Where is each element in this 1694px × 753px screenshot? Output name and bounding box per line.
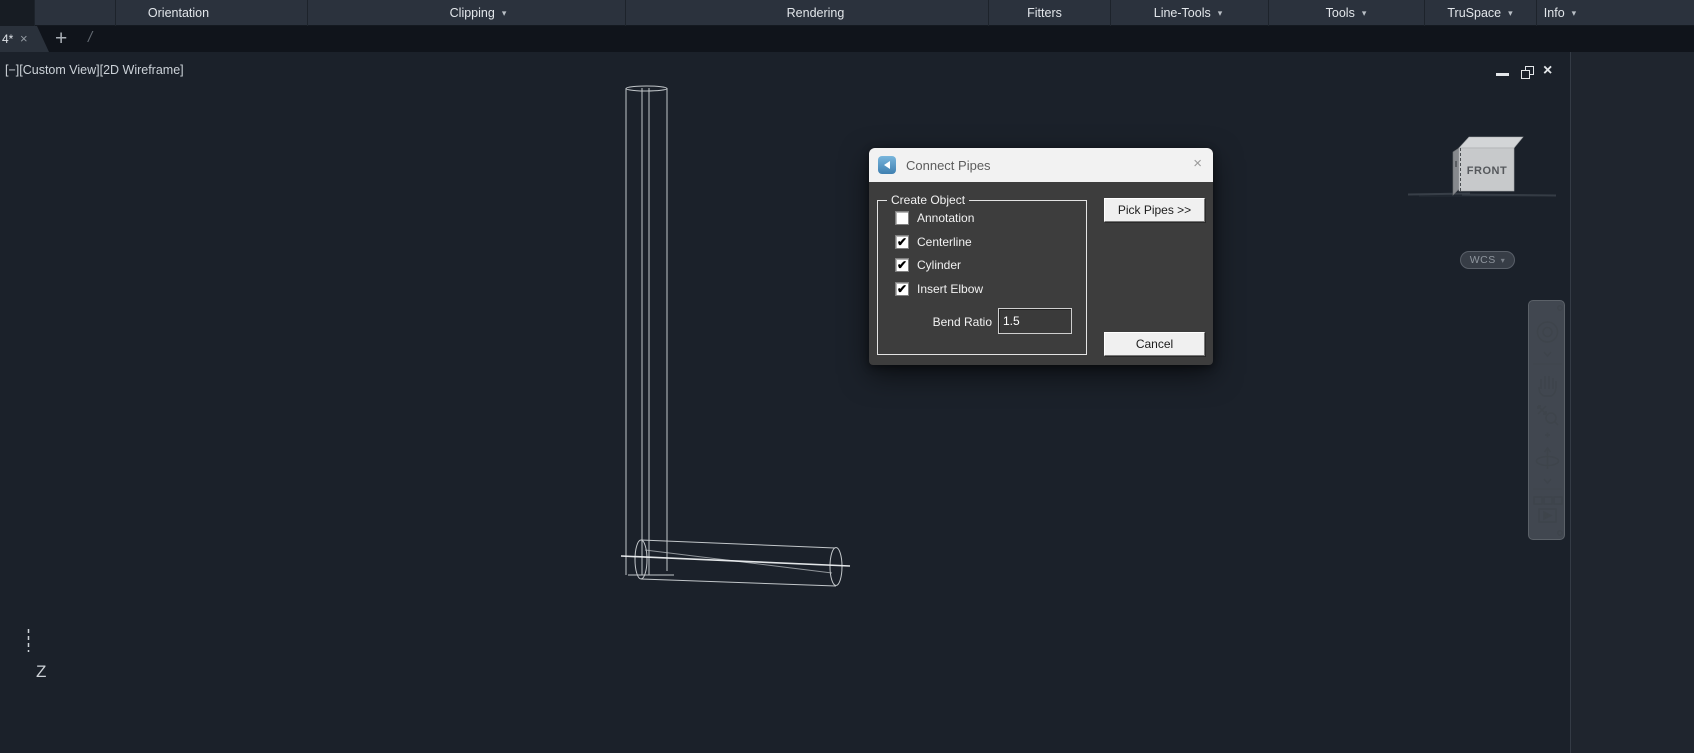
menu-item-rendering[interactable]: Rendering: [787, 0, 852, 26]
showmotion-icon: [1534, 497, 1562, 522]
group-title: Create Object: [887, 193, 969, 207]
checkbox-row-centerline[interactable]: ✔ Centerline: [895, 235, 972, 249]
menu-divider: [1536, 0, 1537, 26]
bend-ratio-label: Bend Ratio: [907, 315, 992, 329]
viewcube-front-label: FRONT: [1467, 165, 1507, 177]
pick-pipes-button[interactable]: Pick Pipes >>: [1104, 198, 1205, 222]
chevron-down-icon: ▾: [1572, 8, 1577, 19]
menu-item-info[interactable]: Info▾: [1544, 0, 1576, 26]
connect-pipes-dialog: Connect Pipes × Create Object Annotation…: [869, 148, 1213, 365]
viewcube-left-face: [1453, 148, 1459, 195]
checkbox-row-annotation[interactable]: Annotation: [895, 211, 974, 225]
menu-item-line-tools[interactable]: Line-Tools▾: [1154, 0, 1223, 26]
chevron-down-icon: ▾: [502, 8, 507, 19]
view-cube[interactable]: FRONT: [1445, 134, 1537, 198]
navigation-wheel-icon: [1538, 322, 1558, 342]
dialog-title: Connect Pipes: [906, 158, 991, 173]
checkbox-row-cylinder[interactable]: ✔ Cylinder: [895, 258, 961, 272]
viewcube-top-face: [1459, 137, 1523, 148]
tab-close-icon[interactable]: ×: [20, 31, 28, 46]
drawing-tab[interactable]: 4* ×: [0, 26, 49, 52]
new-tab-button[interactable]: +: [55, 26, 67, 52]
menu-divider: [307, 0, 308, 26]
menu-divider: [625, 0, 626, 26]
plus-divider-icon: [1545, 433, 1550, 438]
navigation-bar-icons: [1529, 301, 1566, 541]
menu-divider: [1110, 0, 1111, 26]
back-chevron-icon: [884, 161, 890, 169]
checkbox-1[interactable]: ✔: [895, 235, 909, 249]
app-corner-block: [0, 0, 35, 26]
drawing-tab-label: 4*: [2, 32, 13, 46]
zoom-icon: [1538, 406, 1558, 425]
menu-item-truspace[interactable]: TruSpace▾: [1447, 0, 1512, 26]
bend-ratio-input[interactable]: [998, 308, 1072, 334]
wcs-dropdown[interactable]: WCS ▾: [1460, 251, 1515, 269]
file-tab-bar: 4* × + /: [0, 26, 1694, 52]
menu-item-fitters[interactable]: Fitters: [1027, 0, 1069, 26]
chevron-down-icon: ▾: [1218, 8, 1223, 19]
chevron-down-icon: ▾: [1362, 8, 1367, 19]
menu-item-clipping[interactable]: Clipping▾: [450, 0, 507, 26]
wcs-label: WCS: [1470, 254, 1496, 266]
chevron-down-icon: [1544, 479, 1551, 483]
menu-divider: [115, 0, 116, 26]
app-back-icon: [878, 156, 896, 174]
drawing-canvas[interactable]: [−][Custom View][2D Wireframe] ×: [0, 52, 1694, 753]
menu-divider: [1424, 0, 1425, 26]
checkbox-row-insert-elbow[interactable]: ✔ Insert Elbow: [895, 282, 983, 296]
dialog-title-bar[interactable]: Connect Pipes ×: [869, 148, 1213, 182]
orbit-icon: [1537, 448, 1559, 469]
gear-icon: [1558, 531, 1562, 535]
menu-item-tools[interactable]: Tools▾: [1326, 0, 1367, 26]
navbar-close-icon: [1558, 306, 1562, 310]
menu-item-orientation[interactable]: Orientation: [148, 0, 216, 26]
pan-hand-icon: [1539, 376, 1556, 396]
menu-divider: [1268, 0, 1269, 26]
menu-divider: [988, 0, 989, 26]
z-axis-label: Z: [36, 662, 46, 682]
navigation-bar[interactable]: [1528, 300, 1565, 540]
menu-bar: Orientation Clipping▾ Rendering Fitters …: [0, 0, 1694, 26]
tab-bar-slash: /: [88, 29, 92, 46]
checkbox-3[interactable]: ✔: [895, 282, 909, 296]
cancel-button[interactable]: Cancel: [1104, 332, 1205, 356]
chevron-down-icon: ▾: [1501, 256, 1506, 265]
dialog-close-icon[interactable]: ×: [1193, 155, 1202, 172]
checkbox-0[interactable]: [895, 211, 909, 225]
wireframe-pipe-drawing: [0, 52, 1694, 753]
checkbox-2[interactable]: ✔: [895, 258, 909, 272]
chevron-down-icon: [1544, 352, 1551, 356]
chevron-down-icon: ▾: [1508, 8, 1513, 19]
